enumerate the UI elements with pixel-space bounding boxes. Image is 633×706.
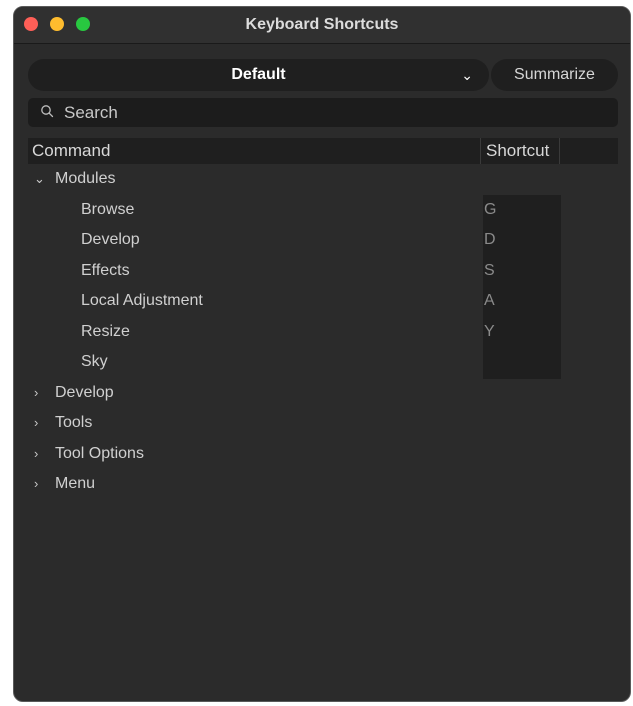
tree-item-local-adjustment[interactable]: Local Adjustment (14, 286, 454, 316)
command-label: Develop (81, 231, 140, 248)
command-label: Browse (81, 201, 135, 218)
tree-group-label: Modules (55, 170, 116, 187)
command-label: Sky (81, 353, 108, 370)
column-divider[interactable] (480, 138, 481, 164)
shortcut-cell[interactable]: A (484, 286, 495, 316)
shortcut-cell[interactable]: S (484, 256, 495, 286)
search-icon (41, 105, 54, 118)
command-label: Local Adjustment (81, 292, 203, 309)
summarize-button[interactable]: Summarize (491, 59, 618, 91)
tree-group-label: Tool Options (55, 445, 144, 462)
tree-item-sky[interactable]: Sky (14, 347, 454, 377)
chevron-right-icon[interactable]: › (34, 439, 48, 469)
tree-group-tool-options[interactable]: › Tool Options (14, 439, 454, 469)
chevron-down-icon[interactable]: ⌄ (34, 164, 48, 194)
chevron-right-icon[interactable]: › (34, 408, 48, 438)
tree-group-label: Develop (55, 384, 114, 401)
tree-group-label: Tools (55, 414, 93, 431)
shortcut-cell[interactable]: D (484, 225, 496, 255)
tree-item-resize[interactable]: Resize (14, 317, 454, 347)
window-title: Keyboard Shortcuts (245, 16, 399, 33)
tree-group-develop[interactable]: › Develop (14, 378, 454, 408)
search-field[interactable]: Search (28, 98, 618, 127)
column-divider[interactable] (559, 138, 560, 164)
tree-group-label: Menu (55, 475, 96, 492)
tree-group-tools[interactable]: › Tools (14, 408, 454, 438)
chevron-right-icon[interactable]: › (34, 378, 48, 408)
keyboard-shortcuts-window: Keyboard Shortcuts Default ⌄ Summarize S… (13, 6, 631, 702)
shortcut-cell[interactable]: Y (484, 317, 495, 347)
tree-group-menu[interactable]: › Menu (14, 469, 454, 499)
table-header: Command Shortcut (28, 138, 618, 164)
preset-value: Default (231, 66, 286, 83)
preset-dropdown[interactable]: Default ⌄ (28, 59, 489, 91)
search-input[interactable]: Search (64, 98, 118, 127)
tree-item-browse[interactable]: Browse (14, 195, 454, 225)
tree-group-modules[interactable]: ⌄ Modules (14, 164, 454, 194)
chevron-down-icon: ⌄ (461, 67, 473, 83)
tree-item-effects[interactable]: Effects (14, 256, 454, 286)
column-header-shortcut[interactable]: Shortcut (486, 138, 549, 164)
shortcut-cell[interactable]: G (484, 195, 496, 225)
tree-item-develop[interactable]: Develop (14, 225, 454, 255)
column-header-command[interactable]: Command (32, 138, 110, 164)
command-label: Effects (81, 262, 130, 279)
title-bar[interactable]: Keyboard Shortcuts (14, 7, 630, 44)
command-label: Resize (81, 323, 130, 340)
chevron-right-icon[interactable]: › (34, 469, 48, 499)
